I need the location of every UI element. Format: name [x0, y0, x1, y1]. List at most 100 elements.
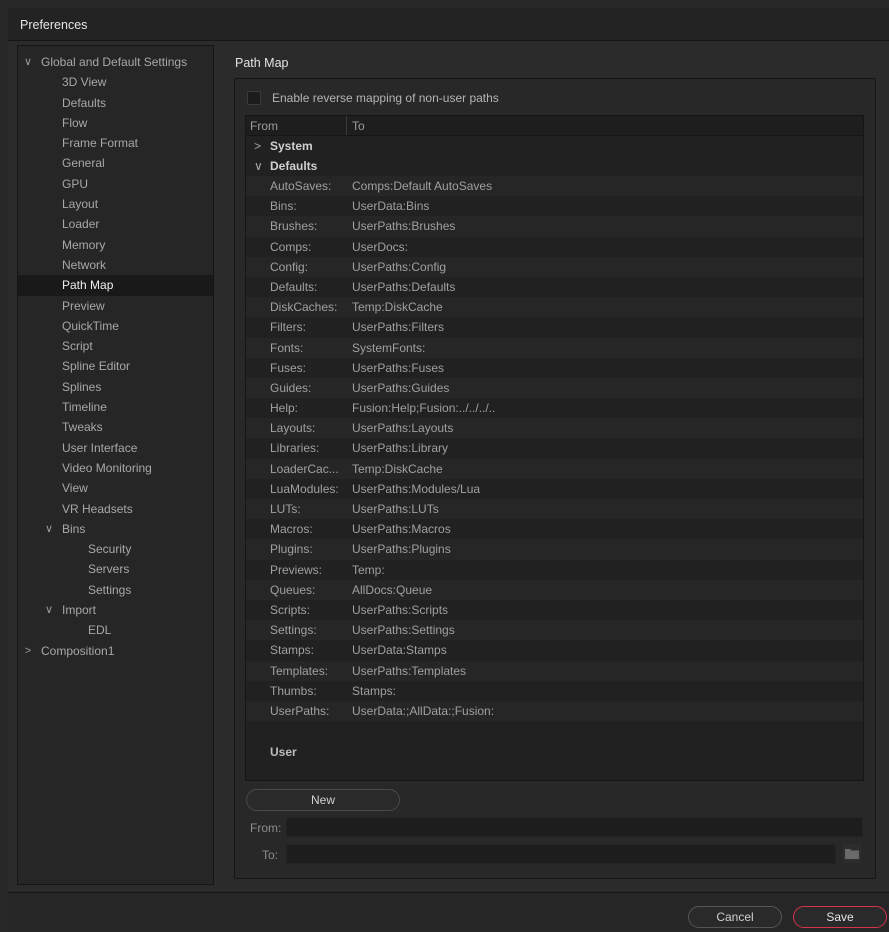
- table-row[interactable]: Defaults: UserPaths:Defaults: [246, 277, 863, 297]
- tree-item-spline-editor[interactable]: Spline Editor: [18, 356, 213, 376]
- preferences-tree[interactable]: ∨ Global and Default Settings 3D View Defau…: [17, 45, 214, 885]
- table-row[interactable]: Previews: Temp:: [246, 560, 863, 580]
- group-system[interactable]: > System: [246, 136, 863, 156]
- tree-item-edl[interactable]: EDL: [18, 620, 213, 640]
- tree-item-memory[interactable]: Memory: [18, 235, 213, 255]
- column-header-to[interactable]: To: [347, 116, 365, 135]
- chevron-down-icon[interactable]: ∨: [254, 156, 263, 176]
- tree-item-gpu[interactable]: GPU: [18, 174, 213, 194]
- tree-item-label: Script: [62, 339, 93, 354]
- cell-from: LUTs:: [270, 502, 301, 516]
- tree-item-settings[interactable]: Settings: [18, 580, 213, 600]
- chevron-down-icon[interactable]: ∨: [22, 52, 34, 72]
- table-row[interactable]: Filters: UserPaths:Filters: [246, 317, 863, 337]
- cell-to: UserData:Stamps: [352, 643, 447, 658]
- cell-to: UserData:Bins: [352, 199, 430, 214]
- new-mapping-button[interactable]: New: [246, 789, 400, 811]
- tree-item-timeline[interactable]: Timeline: [18, 397, 213, 417]
- chevron-right-icon[interactable]: >: [254, 136, 261, 156]
- table-row[interactable]: Plugins: UserPaths:Plugins: [246, 539, 863, 560]
- tree-item-label: View: [62, 481, 88, 496]
- chevron-right-icon[interactable]: >: [22, 641, 34, 661]
- cell-to: Temp:: [352, 562, 385, 577]
- from-field[interactable]: [286, 817, 863, 837]
- tree-item-network[interactable]: Network: [18, 255, 213, 275]
- table-row[interactable]: LuaModules: UserPaths:Modules/Lua: [246, 479, 863, 499]
- table-row[interactable]: Templates: UserPaths:Templates: [246, 660, 863, 681]
- table-row[interactable]: Scripts: UserPaths:Scripts: [246, 600, 863, 620]
- cell-to: UserPaths:Config: [352, 259, 447, 274]
- tree-item-global-and-default-settings[interactable]: ∨ Global and Default Settings: [18, 52, 213, 72]
- tree-item-label: Layout: [62, 197, 99, 212]
- table-row[interactable]: LUTs: UserPaths:LUTs: [246, 499, 863, 520]
- table-row[interactable]: AutoSaves: Comps:Default AutoSaves: [246, 176, 863, 197]
- group-user[interactable]: User: [246, 742, 297, 762]
- tree-item-label: Defaults: [62, 95, 107, 110]
- tree-item-defaults[interactable]: Defaults: [18, 93, 213, 113]
- to-field[interactable]: [286, 844, 836, 864]
- tree-item-script[interactable]: Script: [18, 336, 213, 356]
- cancel-button[interactable]: Cancel: [688, 906, 782, 928]
- tree-item-flow[interactable]: Flow: [18, 113, 213, 133]
- table-row[interactable]: Guides: UserPaths:Guides: [246, 377, 863, 399]
- table-row[interactable]: Config: UserPaths:Config: [246, 256, 863, 277]
- tree-item-view[interactable]: View: [18, 478, 213, 498]
- cell-to: UserPaths:Guides: [352, 380, 450, 395]
- folder-icon: [845, 848, 859, 859]
- tree-item-frame-format[interactable]: Frame Format: [18, 133, 213, 153]
- column-header-from[interactable]: From: [246, 116, 347, 135]
- table-row[interactable]: Fonts: SystemFonts:: [246, 337, 863, 358]
- chevron-down-icon[interactable]: ∨: [43, 519, 55, 539]
- tree-item-general[interactable]: General: [18, 153, 213, 173]
- table-row[interactable]: Bins: UserData:Bins: [246, 196, 863, 216]
- tree-item-label: Servers: [88, 562, 130, 577]
- tree-item-label: Global and Default Settings: [41, 55, 188, 69]
- tree-item-import[interactable]: ∨ Import: [18, 600, 213, 620]
- table-row[interactable]: Queues: AllDocs:Queue: [246, 579, 863, 600]
- table-row[interactable]: Comps: UserDocs:: [246, 237, 863, 257]
- group-defaults[interactable]: ∨ Defaults: [246, 156, 863, 176]
- tree-item-label: VR Headsets: [62, 501, 133, 516]
- tree-item-video-monitoring[interactable]: Video Monitoring: [18, 458, 213, 478]
- tree-item-security[interactable]: Security: [18, 539, 213, 559]
- cell-from: Bins:: [270, 199, 297, 214]
- reverse-mapping-option[interactable]: Enable reverse mapping of non-user paths: [247, 90, 499, 106]
- table-row[interactable]: Help: Fusion:Help;Fusion:../../../..: [246, 398, 863, 418]
- table-row[interactable]: Settings: UserPaths:Settings: [246, 620, 863, 641]
- reverse-mapping-checkbox[interactable]: [247, 91, 261, 105]
- save-button[interactable]: Save: [793, 906, 887, 928]
- browse-folder-button[interactable]: [842, 843, 862, 863]
- table-row[interactable]: Libraries: UserPaths:Library: [246, 438, 863, 458]
- cell-from: Comps:: [270, 239, 312, 254]
- table-row[interactable]: Layouts: UserPaths:Layouts: [246, 418, 863, 439]
- tree-item-servers[interactable]: Servers: [18, 559, 213, 579]
- table-row[interactable]: Thumbs: Stamps:: [246, 681, 863, 701]
- table-row[interactable]: Brushes: UserPaths:Brushes: [246, 216, 863, 237]
- group-defaults-label: Defaults: [270, 159, 318, 173]
- tree-item-splines[interactable]: Splines: [18, 377, 213, 397]
- tree-item-label: GPU: [62, 176, 89, 191]
- cell-to: UserPaths:Filters: [352, 320, 445, 335]
- tree-item-tweaks[interactable]: Tweaks: [18, 417, 213, 437]
- tree-item-loader[interactable]: Loader: [18, 214, 213, 234]
- tree-item-3d-view[interactable]: 3D View: [18, 72, 213, 92]
- tree-item-quicktime[interactable]: QuickTime: [18, 316, 213, 336]
- cell-to: Fusion:Help;Fusion:../../../..: [352, 401, 496, 416]
- tree-item-bins[interactable]: ∨ Bins: [18, 519, 213, 539]
- pathmap-table[interactable]: From To > System ∨ Defaults AutoSaves: Co…: [245, 115, 864, 781]
- table-row[interactable]: DiskCaches: Temp:DiskCache: [246, 297, 863, 318]
- tree-item-user-interface[interactable]: User Interface: [18, 438, 213, 458]
- tree-item-preview[interactable]: Preview: [18, 296, 213, 316]
- tree-item-composition1[interactable]: > Composition1: [18, 641, 213, 661]
- table-row[interactable]: UserPaths: UserData:;AllData:;Fusion:: [246, 700, 863, 722]
- cell-to: Stamps:: [352, 683, 397, 698]
- table-row[interactable]: Macros: UserPaths:Macros: [246, 519, 863, 539]
- chevron-down-icon[interactable]: ∨: [43, 600, 55, 620]
- tree-item-label: Security: [88, 542, 132, 557]
- tree-item-layout[interactable]: Layout: [18, 194, 213, 214]
- table-row[interactable]: Fuses: UserPaths:Fuses: [246, 358, 863, 378]
- tree-item-path-map[interactable]: Path Map: [18, 275, 213, 296]
- tree-item-vr-headsets[interactable]: VR Headsets: [18, 499, 213, 519]
- table-row[interactable]: Stamps: UserData:Stamps: [246, 640, 863, 660]
- table-row[interactable]: LoaderCac... Temp:DiskCache: [246, 458, 863, 479]
